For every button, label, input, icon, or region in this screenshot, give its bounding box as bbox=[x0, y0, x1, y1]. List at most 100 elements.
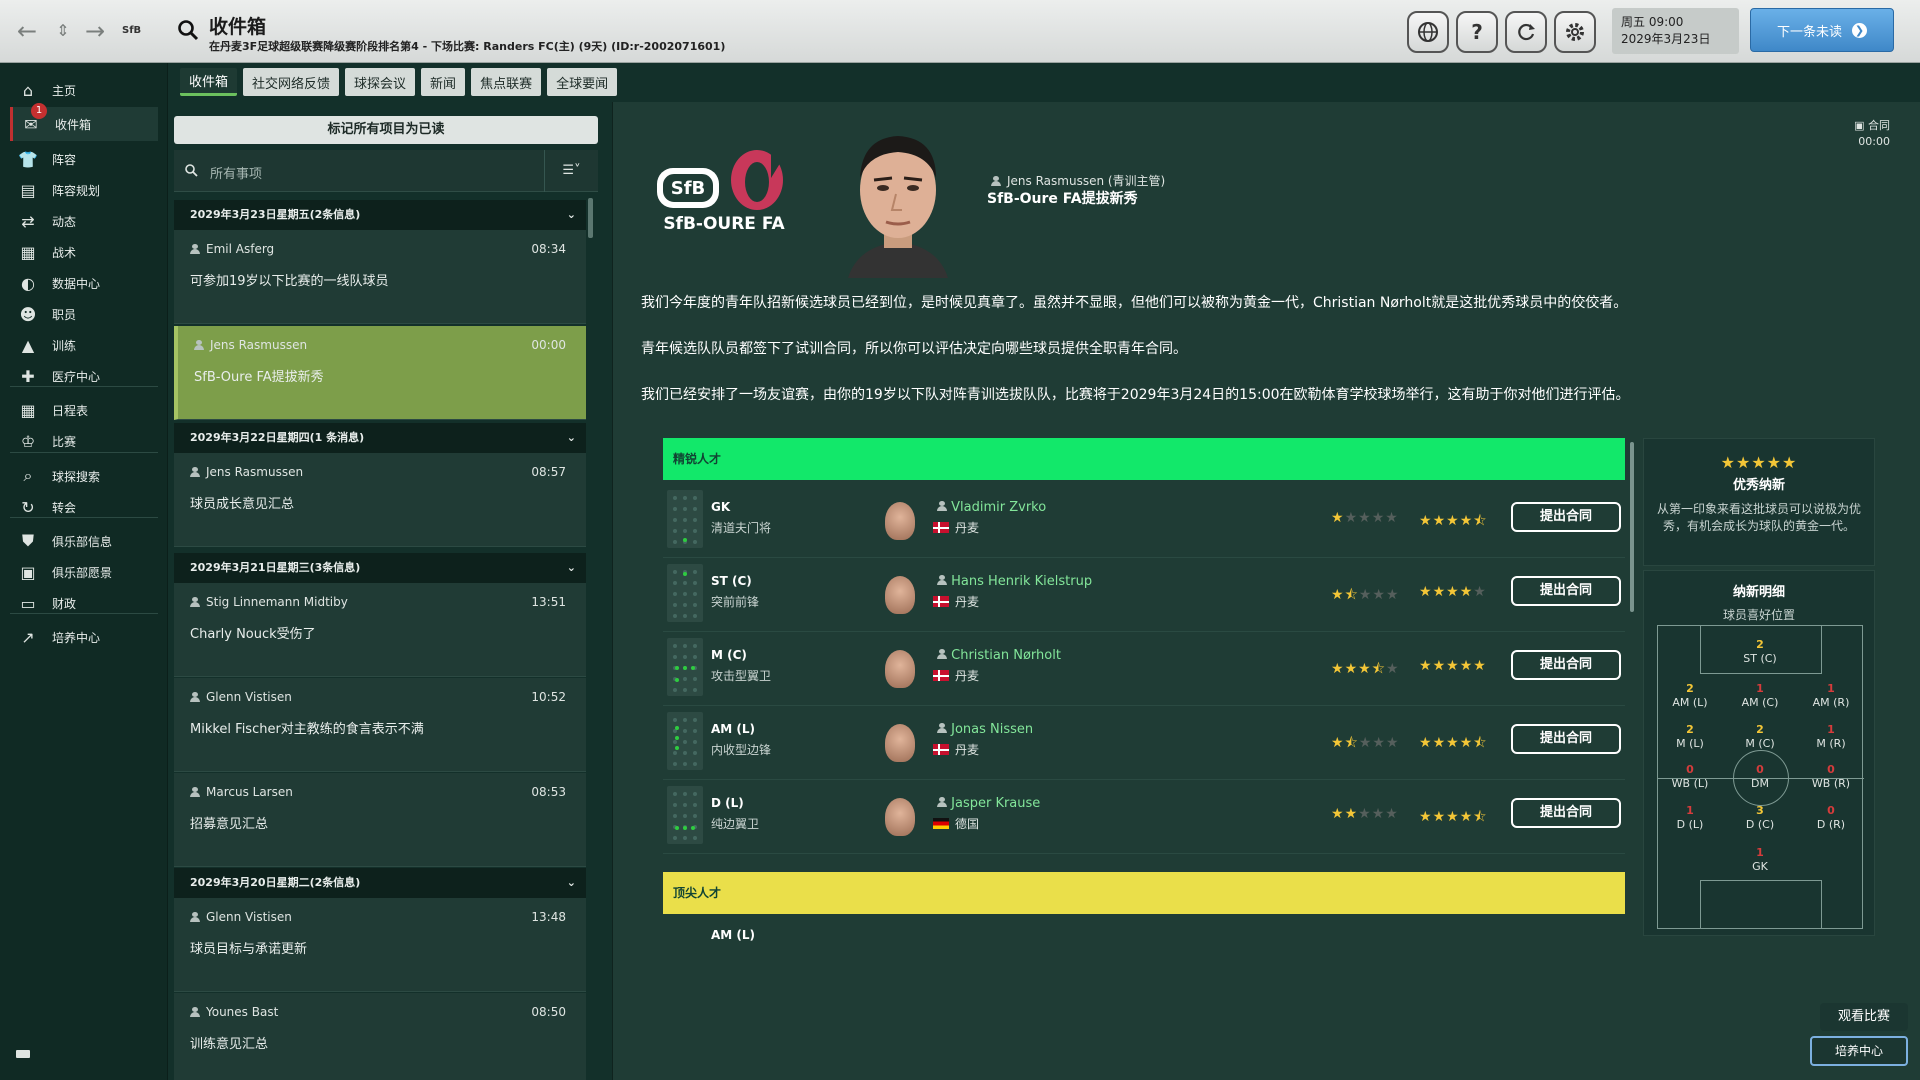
player-row[interactable]: AM (L) 内收型边锋 Jonas Nissen 丹麦 ★⯪★★★ ★★★★⯪ 提出合同 bbox=[663, 706, 1625, 780]
inbox-message[interactable]: Marcus Larsen 08:53 招募意见汇总 bbox=[174, 773, 586, 867]
tab-1[interactable]: 社交网络反馈 bbox=[243, 68, 340, 96]
tab-5[interactable]: 全球要闻 bbox=[547, 68, 618, 96]
player-name[interactable]: Hans Henrik Kielstrup bbox=[937, 574, 1092, 589]
star-icon: ★ bbox=[1358, 661, 1372, 677]
star-icon: ★ bbox=[1419, 658, 1433, 674]
person-icon bbox=[190, 787, 200, 797]
player-row[interactable]: M (C) 攻击型翼卫 Christian Nørholt 丹麦 ★★★⯪★ ★★★★★… bbox=[663, 632, 1625, 706]
chevron-down-icon[interactable]: ⌄ bbox=[567, 423, 576, 453]
watch-match-button[interactable]: 观看比赛 bbox=[1820, 1003, 1908, 1031]
position-label: D (C) bbox=[1745, 818, 1775, 831]
date-group-header[interactable]: 2029年3月22日星期四(1 条消息) ⌄ bbox=[174, 423, 586, 453]
player-name[interactable]: Jasper Krause bbox=[937, 796, 1040, 811]
player-row[interactable]: GK 清道夫门将 Vladimir Zvrko 丹麦 ★★★★★ ★★★★⯪ 提出合同 bbox=[663, 484, 1625, 558]
player-name[interactable]: Christian Nørholt bbox=[937, 648, 1061, 663]
staff-icon: ☻ bbox=[19, 304, 37, 324]
mark-all-read-button[interactable]: 标记所有项目为已读 bbox=[174, 116, 598, 144]
filter-input[interactable]: 所有事项 bbox=[210, 163, 262, 182]
player-row[interactable]: D (L) 纯边翼卫 Jasper Krause 德国 ★★★★★ ★★★★⯪ 提出合同 bbox=[663, 780, 1625, 854]
sidebar-item-inbox[interactable]: ✉ 收件箱 1 bbox=[10, 103, 158, 141]
inbox-message[interactable]: Jens Rasmussen 08:57 球员成长意见汇总 bbox=[174, 453, 586, 547]
sidebar-item-squad[interactable]: 👕 阵容 bbox=[10, 142, 158, 176]
message-sender: Glenn Vistisen bbox=[190, 690, 292, 704]
star-icon: ★ bbox=[1331, 510, 1345, 526]
tab-3[interactable]: 新闻 bbox=[421, 68, 466, 96]
sidebar-item-data-hub[interactable]: ◐ 数据中心 bbox=[10, 266, 158, 300]
sidebar-item-development[interactable]: ↗ 培养中心 bbox=[10, 620, 158, 654]
sidebar-item-dynamics[interactable]: ⇄ 动态 bbox=[10, 204, 158, 238]
sidebar-item-training[interactable]: ▲ 训练 bbox=[10, 328, 158, 362]
position-label: WB (R) bbox=[1811, 777, 1851, 790]
tab-2[interactable]: 球探会议 bbox=[345, 68, 416, 96]
inbox-message[interactable]: Jens Rasmussen 00:00 SfB-Oure FA提拔新秀 bbox=[174, 326, 586, 420]
offer-contract-button[interactable]: 提出合同 bbox=[1511, 650, 1621, 680]
player-row[interactable]: ST (C) 突前前锋 Hans Henrik Kielstrup 丹麦 ★⯪★★★ ★… bbox=[663, 558, 1625, 632]
sidebar-item-label: 转会 bbox=[52, 500, 77, 515]
star-icon: ★ bbox=[1419, 584, 1433, 600]
sender-name[interactable]: Jens Rasmussen (青训主管) bbox=[1007, 172, 1165, 189]
position-map-icon bbox=[667, 638, 703, 696]
half-star-icon: ⯪ bbox=[1473, 809, 1488, 825]
date-group-header[interactable]: 2029年3月20日星期二(2条信息) ⌄ bbox=[174, 868, 586, 898]
player-row-partial[interactable]: AM (L) bbox=[663, 918, 1625, 948]
help-icon[interactable]: ? bbox=[1456, 11, 1498, 53]
development-centre-button[interactable]: 培养中心 bbox=[1810, 1036, 1908, 1066]
sidebar-item-transfers[interactable]: ↻ 转会 bbox=[10, 490, 158, 524]
refresh-icon[interactable] bbox=[1505, 11, 1547, 53]
sidebar-item-tactics[interactable]: ▦ 战术 bbox=[10, 235, 158, 269]
world-icon[interactable] bbox=[1407, 11, 1449, 53]
sidebar-item-club-info[interactable]: ⛊ 俱乐部信息 bbox=[10, 524, 158, 558]
back-arrow-icon[interactable]: ← bbox=[14, 18, 40, 44]
sidebar-item-medical[interactable]: ✚ 医疗中心 bbox=[10, 359, 158, 393]
inbox-message[interactable]: Glenn Vistisen 13:48 球员目标与承诺更新 bbox=[174, 898, 586, 992]
game-date: 周五 09:00 2029年3月23日 bbox=[1612, 8, 1739, 54]
inbox-message[interactable]: Stig Linnemann Midtiby 13:51 Charly Nouck受… bbox=[174, 583, 586, 677]
date-group-header[interactable]: 2029年3月21日星期三(3条信息) ⌄ bbox=[174, 553, 586, 583]
sidebar-item-staff[interactable]: ☻ 职员 bbox=[10, 297, 158, 331]
collapse-sidebar-icon[interactable] bbox=[16, 1050, 30, 1058]
tab-4[interactable]: 焦点联赛 bbox=[471, 68, 542, 96]
scrollbar[interactable] bbox=[588, 198, 593, 238]
date-group-header[interactable]: 2029年3月23日星期五(2条信息) ⌄ bbox=[174, 200, 586, 230]
player-face bbox=[885, 798, 915, 836]
player-name[interactable]: Vladimir Zvrko bbox=[937, 500, 1046, 515]
position-count: 0 bbox=[1686, 763, 1694, 776]
offer-contract-button[interactable]: 提出合同 bbox=[1511, 724, 1621, 754]
offer-contract-button[interactable]: 提出合同 bbox=[1511, 502, 1621, 532]
message-time: 13:51 bbox=[531, 595, 566, 609]
sidebar-item-finances[interactable]: ▭ 财政 bbox=[10, 586, 158, 620]
inbox-message[interactable]: Emil Asferg 08:34 可参加19岁以下比赛的一线队球员 bbox=[174, 230, 586, 324]
search-icon bbox=[184, 162, 200, 178]
chevron-down-icon[interactable]: ⌄ bbox=[567, 868, 576, 898]
sidebar-item-home[interactable]: ⌂ 主页 bbox=[10, 73, 158, 107]
sidebar-item-scouting[interactable]: ⌕ 球探搜索 bbox=[10, 459, 158, 493]
star-icon: ★ bbox=[1446, 658, 1460, 674]
club-logo-small[interactable]: SfB bbox=[122, 18, 158, 44]
date-group-label: 2029年3月23日星期五(2条信息) bbox=[190, 208, 361, 221]
sidebar-item-schedule[interactable]: ▦ 日程表 bbox=[10, 393, 158, 427]
person-icon bbox=[190, 467, 200, 477]
message-sender: Younes Bast bbox=[190, 1005, 278, 1019]
empty-star-icon: ★ bbox=[1385, 510, 1399, 526]
sidebar-item-squad-planner[interactable]: ▤ 阵容规划 bbox=[10, 173, 158, 207]
gear-icon[interactable] bbox=[1554, 11, 1596, 53]
filter-menu-icon[interactable]: ☰˅ bbox=[544, 150, 598, 192]
chevron-down-icon[interactable]: ⌄ bbox=[567, 200, 576, 230]
offer-contract-button[interactable]: 提出合同 bbox=[1511, 798, 1621, 828]
offer-contract-button[interactable]: 提出合同 bbox=[1511, 576, 1621, 606]
forward-arrow-icon[interactable]: → bbox=[82, 18, 108, 44]
inbox-message[interactable]: Younes Bast 08:50 训练意见汇总 bbox=[174, 993, 586, 1080]
table-scrollbar[interactable] bbox=[1630, 442, 1634, 612]
pitch-position: 0 DM bbox=[1730, 763, 1790, 791]
up-down-icon[interactable]: ⇕ bbox=[50, 18, 76, 44]
tab-0[interactable]: 收件箱 bbox=[180, 68, 238, 96]
star-icon: ★ bbox=[1331, 587, 1345, 603]
search-icon[interactable] bbox=[176, 18, 200, 42]
inbox-message[interactable]: Glenn Vistisen 10:52 Mikkel Fischer对主教练的食言… bbox=[174, 678, 586, 772]
message-sender: Glenn Vistisen bbox=[190, 910, 292, 924]
player-role: 纯边翼卫 bbox=[711, 817, 760, 831]
sidebar-item-club-vision[interactable]: ▣ 俱乐部愿景 bbox=[10, 555, 158, 589]
continue-button[interactable]: 下一条未读 ❯ bbox=[1750, 8, 1894, 52]
chevron-down-icon[interactable]: ⌄ bbox=[567, 553, 576, 583]
player-name[interactable]: Jonas Nissen bbox=[937, 722, 1033, 737]
